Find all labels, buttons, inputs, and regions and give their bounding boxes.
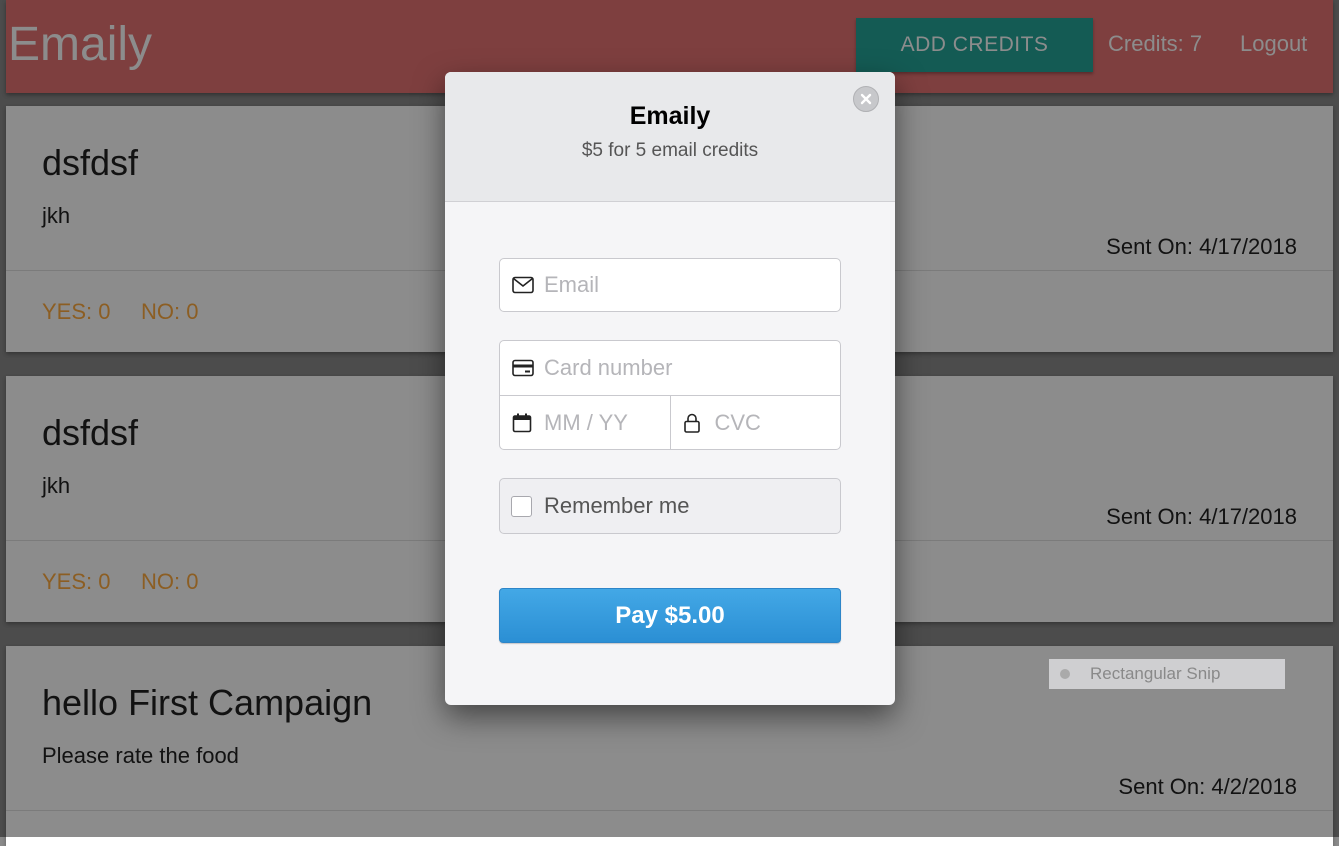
envelope-icon	[512, 276, 534, 294]
remember-me-row[interactable]: Remember me	[499, 478, 841, 534]
pay-button[interactable]: Pay $5.00	[499, 588, 841, 643]
expiry-field	[500, 396, 670, 450]
checkout-modal: Emaily $5 for 5 email credits Email Card…	[445, 72, 895, 705]
lock-icon	[683, 413, 701, 433]
checkout-title: Emaily	[629, 102, 711, 130]
snip-tool-label: Rectangular Snip	[1090, 664, 1221, 683]
close-icon[interactable]	[853, 86, 879, 112]
card-number-input[interactable]	[500, 341, 840, 395]
snip-indicator-icon	[1060, 669, 1070, 679]
email-input[interactable]	[500, 259, 840, 311]
card-number-field	[500, 341, 840, 396]
credit-card-icon	[512, 359, 534, 377]
card-expiry-cvc-row	[500, 396, 840, 450]
checkout-subtitle: $5 for 5 email credits	[581, 140, 759, 161]
remember-me-label[interactable]: Remember me	[544, 493, 689, 519]
snip-tool-hint: Rectangular Snip	[1049, 659, 1285, 689]
calendar-icon	[512, 413, 532, 433]
remember-me-checkbox[interactable]	[511, 495, 532, 517]
cvc-field	[669, 396, 840, 450]
card-details-box	[499, 340, 841, 450]
email-field-box	[499, 258, 841, 312]
checkout-header: Emaily $5 for 5 email credits	[445, 72, 895, 202]
email-field	[500, 259, 840, 311]
